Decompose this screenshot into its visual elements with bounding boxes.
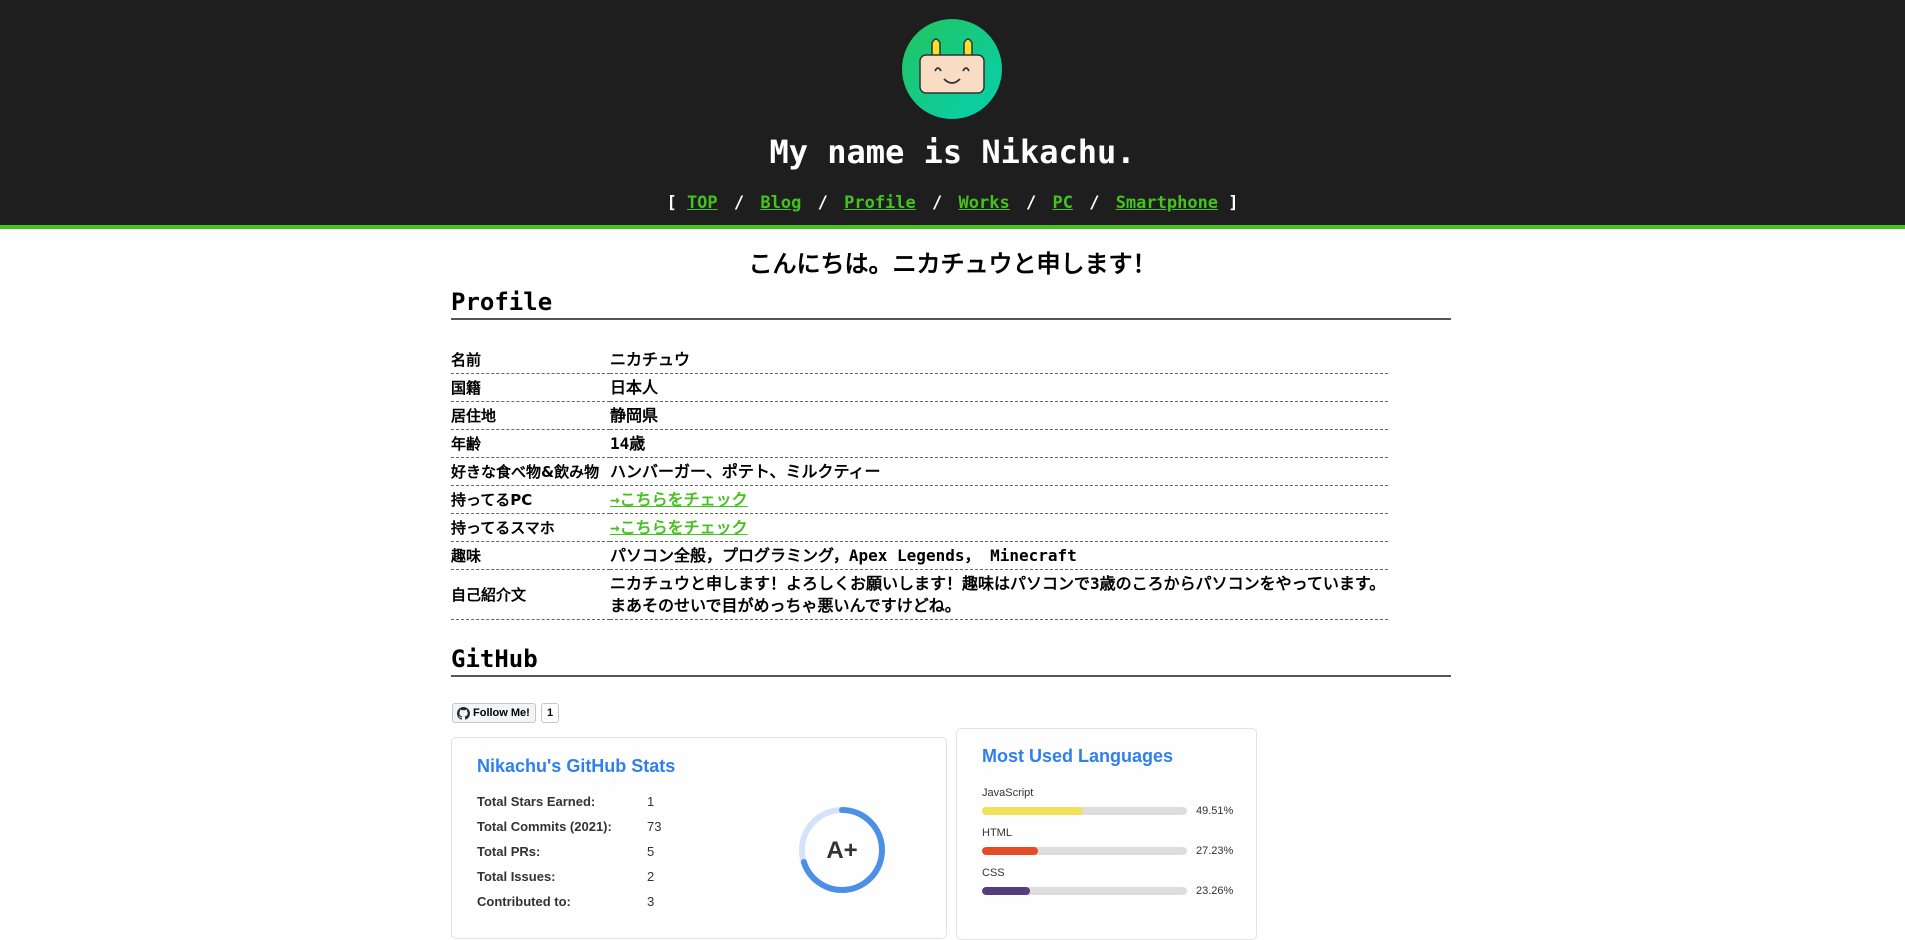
row-key: 年齢 xyxy=(451,429,610,458)
language-percent: 49.51% xyxy=(1196,805,1234,817)
stat-label: Total Issues: xyxy=(477,869,556,884)
table-row: 名前 ニカチュウ xyxy=(451,346,1388,374)
table-row: 国籍 日本人 xyxy=(451,373,1388,402)
language-bar-fill xyxy=(982,887,1030,895)
table-row: 趣味 パソコン全般，プログラミング，Apex Legends， Minecraf… xyxy=(451,541,1388,570)
row-value: ニカチュウと申します！よろしくお願いします！趣味はパソコンで3歳のころからパソコ… xyxy=(610,569,1388,620)
language-bar xyxy=(982,847,1187,855)
table-row: 居住地 静岡県 xyxy=(451,401,1388,430)
row-key: 自己紹介文 xyxy=(451,569,610,620)
stat-value: 73 xyxy=(647,819,662,834)
language-bar-fill xyxy=(982,807,1084,815)
stats-card-title: Nikachu's GitHub Stats xyxy=(477,756,676,776)
nav-bracket-close: ] xyxy=(1228,193,1239,213)
language-bar-fill xyxy=(982,847,1038,855)
row-value: ハンバーガー、ポテト、ミルクティー xyxy=(610,457,1388,486)
follow-label: Follow Me! xyxy=(473,707,530,719)
nav-bracket-open: [ xyxy=(666,193,677,213)
greeting-heading: こんにちは。ニカチュウと申します！ xyxy=(748,250,1157,278)
row-value: 14歳 xyxy=(610,429,1388,458)
follower-count[interactable]: 1 xyxy=(541,703,560,723)
stat-value: 3 xyxy=(647,894,655,909)
language-bar xyxy=(982,807,1187,815)
row-key: 名前 xyxy=(451,346,610,374)
languages-card: Most Used Languages JavaScript 49.51% HT… xyxy=(956,728,1257,940)
language-name: CSS xyxy=(982,867,1005,879)
smartphone-check-link[interactable]: →こちらをチェック xyxy=(610,518,748,537)
site-title: My name is Nikachu. xyxy=(769,133,1136,171)
language-percent: 27.23% xyxy=(1196,845,1234,857)
github-follow-button[interactable]: Follow Me! xyxy=(452,703,536,723)
row-value: 日本人 xyxy=(610,373,1388,402)
stat-value: 2 xyxy=(647,869,655,884)
table-row: 持ってるスマホ →こちらをチェック xyxy=(451,513,1388,542)
row-key: 趣味 xyxy=(451,541,610,570)
nav-link-smartphone[interactable]: Smartphone xyxy=(1116,193,1218,213)
stat-label: Total PRs: xyxy=(477,844,541,859)
nav-link-blog[interactable]: Blog xyxy=(760,193,801,213)
stat-label: Total Commits (2021): xyxy=(477,819,612,834)
row-value: ニカチュウ xyxy=(610,346,1388,374)
nav-separator: / xyxy=(733,193,745,213)
row-value: 静岡県 xyxy=(610,401,1388,430)
nav-separator: / xyxy=(817,193,828,213)
row-key: 持ってるスマホ xyxy=(451,513,610,542)
nav-link-pc[interactable]: PC xyxy=(1052,193,1072,213)
stat-value: 1 xyxy=(647,794,655,809)
intro-line-2: まあそのせいで目がめっちゃ悪いんですけどね。 xyxy=(610,596,961,615)
table-row: 自己紹介文 ニカチュウと申します！よろしくお願いします！趣味はパソコンで3歳のこ… xyxy=(451,569,1388,620)
row-key: 国籍 xyxy=(451,373,610,402)
rank-grade: A+ xyxy=(826,837,857,864)
github-icon xyxy=(457,706,470,720)
intro-line-1: ニカチュウと申します！よろしくお願いします！趣味はパソコンで3歳のころからパソコ… xyxy=(610,574,1386,593)
github-section-title: GitHub xyxy=(451,645,1451,677)
row-key: 持ってるPC xyxy=(451,485,610,514)
table-row: 年齢 14歳 xyxy=(451,429,1388,458)
stat-label: Contributed to: xyxy=(477,894,571,909)
nav-link-top[interactable]: TOP xyxy=(687,193,718,213)
profile-section-title: Profile xyxy=(451,288,1451,320)
table-row: 持ってるPC →こちらをチェック xyxy=(451,485,1388,514)
languages-card-title: Most Used Languages xyxy=(982,746,1174,766)
row-value: パソコン全般，プログラミング，Apex Legends， Minecraft xyxy=(610,541,1388,570)
row-value: →こちらをチェック xyxy=(610,485,1388,514)
table-row: 好きな食べ物&飲み物 ハンバーガー、ポテト、ミルクティー xyxy=(451,457,1388,486)
github-stats-card: Nikachu's GitHub Stats Total Stars Earne… xyxy=(451,737,947,939)
pc-check-link[interactable]: →こちらをチェック xyxy=(610,490,748,509)
row-key: 好きな食べ物&飲み物 xyxy=(451,457,610,486)
stat-label: Total Stars Earned: xyxy=(477,794,596,809)
language-bar xyxy=(982,887,1187,895)
profile-table: 名前 ニカチュウ 国籍 日本人 居住地 静岡県 年齢 14歳 好きな食べ物&飲み… xyxy=(451,346,1388,620)
language-name: JavaScript xyxy=(982,787,1034,799)
nav-separator: / xyxy=(1025,193,1037,213)
nav-separator: / xyxy=(932,193,943,213)
stat-value: 5 xyxy=(647,844,655,859)
avatar-icon xyxy=(902,19,1002,119)
language-name: HTML xyxy=(982,827,1012,839)
row-key: 居住地 xyxy=(451,401,610,430)
nav-link-profile[interactable]: Profile xyxy=(844,193,916,213)
rank-circle: A+ xyxy=(799,807,885,893)
main-nav: [ TOP / Blog / Profile / Works / PC / Sm… xyxy=(0,193,1905,213)
row-value: →こちらをチェック xyxy=(610,513,1388,542)
site-header: My name is Nikachu. [ TOP / Blog / Profi… xyxy=(0,0,1905,229)
nav-separator: / xyxy=(1089,193,1100,213)
language-percent: 23.26% xyxy=(1196,885,1234,897)
nav-link-works[interactable]: Works xyxy=(959,193,1010,213)
